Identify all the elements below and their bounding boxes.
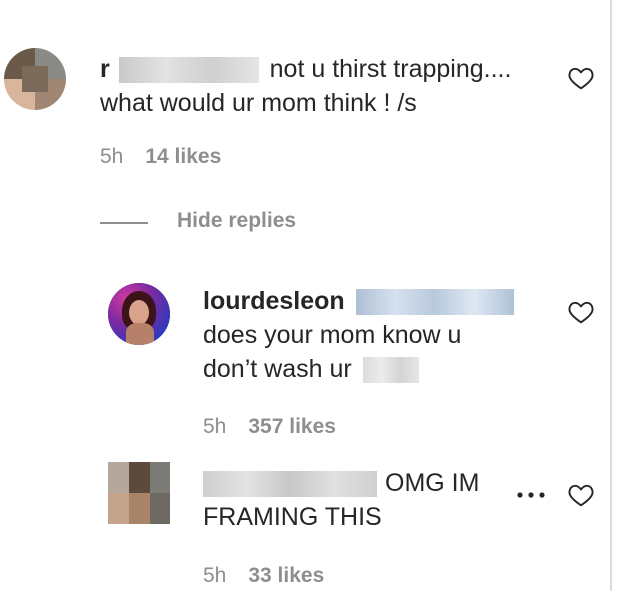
comment-likes[interactable]: 14 likes: [145, 145, 221, 168]
reply-meta: 5h 357 likes: [203, 415, 336, 439]
comment-time[interactable]: 5h: [100, 145, 123, 168]
reply-text: OMG IM FRAMING THIS: [203, 466, 479, 534]
reply-likes[interactable]: 33 likes: [248, 564, 324, 587]
redacted-mention: [355, 289, 514, 316]
comment-meta: 5h 14 likes: [100, 145, 221, 169]
heart-outline-icon[interactable]: [568, 66, 594, 90]
redacted-word: [362, 357, 419, 384]
redacted-username: [203, 471, 377, 498]
more-options-icon[interactable]: [516, 491, 546, 499]
hide-replies-button[interactable]: Hide replies: [177, 209, 296, 233]
reply-avatar[interactable]: [108, 462, 170, 524]
heart-outline-icon[interactable]: [568, 483, 594, 507]
comment-text-line1: not u thirst trapping....: [269, 55, 512, 83]
reply-avatar-lourdesleon[interactable]: [108, 283, 170, 345]
reply-text: lourdesleon does your mom know u don’t w…: [203, 284, 514, 386]
hide-replies-line: [100, 222, 148, 224]
comment-text: r not u thirst trapping.... what would u…: [100, 52, 511, 120]
comment-text-line2: what would ur mom think ! /s: [100, 89, 417, 117]
reply-username[interactable]: lourdesleon: [203, 287, 345, 315]
reply-time[interactable]: 5h: [203, 415, 226, 438]
reply-text-line2: FRAMING THIS: [203, 503, 382, 531]
reply-text-line1: OMG IM: [385, 469, 480, 497]
reply-text-line2: don’t wash ur: [203, 355, 352, 383]
heart-outline-icon[interactable]: [568, 300, 594, 324]
reply-meta: 5h 33 likes: [203, 564, 324, 588]
reply-text-line1: does your mom know u: [203, 321, 462, 349]
redacted-username: [118, 57, 259, 84]
reply-time[interactable]: 5h: [203, 564, 226, 587]
commenter-avatar[interactable]: [4, 48, 66, 110]
reply-likes[interactable]: 357 likes: [248, 415, 336, 438]
username-fragment[interactable]: r: [100, 55, 110, 83]
panel-border: [610, 0, 612, 591]
